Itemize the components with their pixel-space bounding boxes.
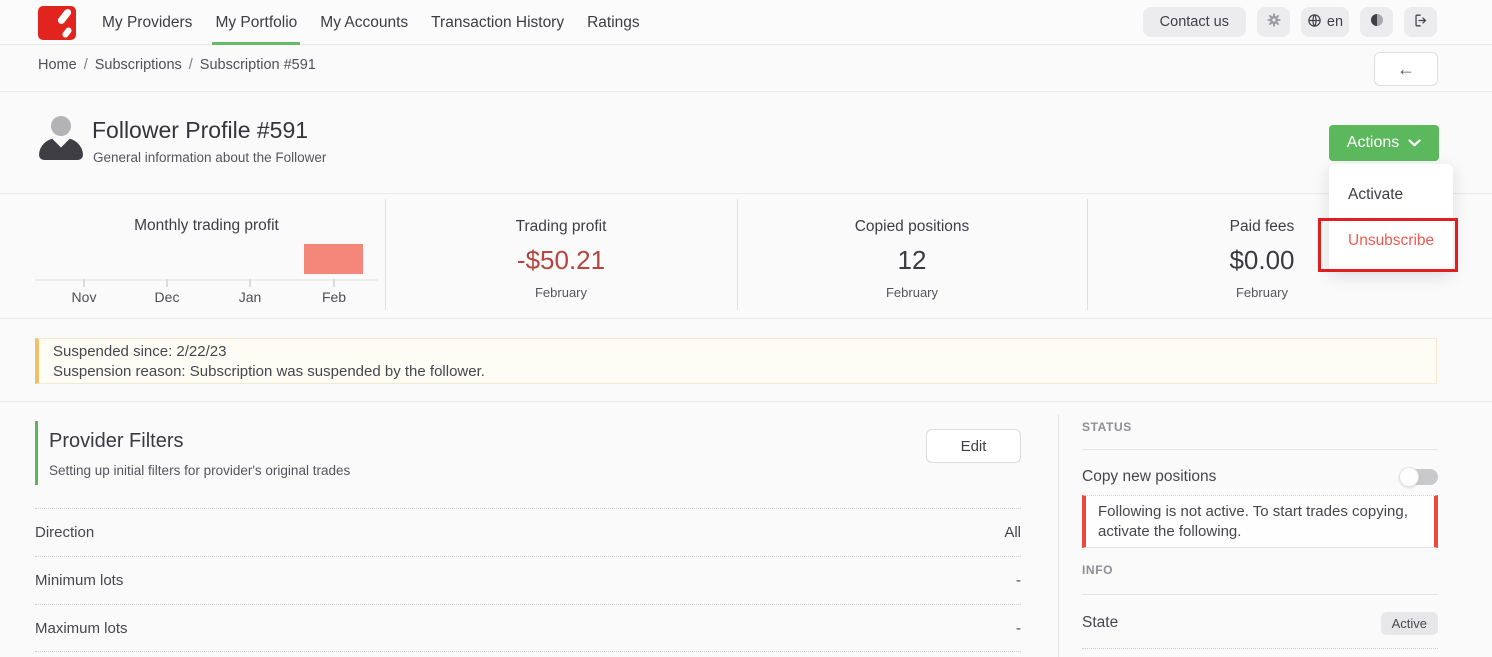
info-section-heading: INFO bbox=[1082, 563, 1113, 577]
stat-title: Trading profit bbox=[385, 218, 737, 236]
menu-item-activate[interactable]: Activate bbox=[1329, 176, 1453, 214]
actions-button[interactable]: Actions bbox=[1329, 125, 1439, 161]
nav-right-group: Contact us bbox=[1143, 7, 1437, 37]
sign-out-icon bbox=[1412, 12, 1429, 33]
chart-title: Monthly trading profit bbox=[35, 217, 378, 235]
breadcrumb: Home / Subscriptions / Subscription #591 bbox=[38, 57, 316, 73]
actions-dropdown-menu: Activate Unsubscribe bbox=[1329, 164, 1453, 272]
logout-button[interactable] bbox=[1404, 7, 1437, 37]
stats-row: Monthly trading profit Nov Dec Jan Feb T… bbox=[0, 193, 1492, 318]
provider-filters-subtitle: Setting up initial filters for provider'… bbox=[49, 463, 350, 478]
state-row-separator bbox=[1082, 648, 1438, 649]
divider-below-stats bbox=[0, 318, 1492, 319]
suspension-warning-banner: Suspended since: 2/22/23 Suspension reas… bbox=[35, 338, 1437, 384]
globe-icon bbox=[1307, 13, 1322, 32]
contrast-icon bbox=[1369, 12, 1385, 32]
chart-tick bbox=[333, 279, 335, 287]
nav-item-my-portfolio[interactable]: My Portfolio bbox=[212, 0, 300, 45]
copy-new-positions-row: Copy new positions bbox=[1082, 464, 1438, 490]
follower-avatar bbox=[38, 114, 84, 160]
chevron-down-icon bbox=[1408, 134, 1421, 152]
chart-category-dec: Dec bbox=[155, 289, 180, 305]
status-section-heading: STATUS bbox=[1082, 420, 1132, 434]
back-arrow-icon: ← bbox=[1397, 59, 1415, 80]
chart-x-axis bbox=[35, 279, 378, 281]
stat-card-copied-positions: Copied positions 12 February bbox=[737, 193, 1087, 318]
state-active-badge: Active bbox=[1381, 612, 1438, 635]
toggle-knob bbox=[1399, 467, 1419, 487]
filter-value: - bbox=[1016, 620, 1021, 637]
stat-period: February bbox=[1087, 285, 1437, 300]
language-button[interactable]: en bbox=[1301, 7, 1349, 37]
nav-item-ratings[interactable]: Ratings bbox=[584, 0, 643, 45]
edit-button[interactable]: Edit bbox=[926, 429, 1021, 463]
nav-item-transaction-history[interactable]: Transaction History bbox=[428, 0, 567, 45]
stat-title: Copied positions bbox=[737, 218, 1087, 236]
filter-label: Minimum lots bbox=[35, 572, 123, 589]
filter-row-minimum-lots: Minimum lots - bbox=[35, 556, 1021, 604]
actions-button-label: Actions bbox=[1347, 134, 1399, 152]
section-accent-bar bbox=[35, 421, 38, 485]
nav-item-my-providers[interactable]: My Providers bbox=[99, 0, 195, 45]
copy-new-positions-label: Copy new positions bbox=[1082, 468, 1216, 486]
divider-above-filters bbox=[0, 401, 1492, 402]
theme-toggle-button[interactable] bbox=[1360, 7, 1393, 37]
stat-value: 12 bbox=[737, 245, 1087, 276]
menu-item-unsubscribe[interactable]: Unsubscribe bbox=[1329, 222, 1453, 260]
settings-button[interactable] bbox=[1257, 7, 1290, 37]
filter-label: Direction bbox=[35, 524, 94, 541]
divider-below-breadcrumb bbox=[0, 91, 1492, 92]
contact-us-button[interactable]: Contact us bbox=[1143, 7, 1246, 37]
stat-period: February bbox=[737, 285, 1087, 300]
breadcrumb-current: Subscription #591 bbox=[200, 57, 316, 73]
filter-value: - bbox=[1016, 572, 1021, 589]
suspension-reason-text: Suspension reason: Subscription was susp… bbox=[53, 363, 1436, 380]
chart-bar-feb bbox=[304, 244, 363, 274]
avatar-head bbox=[51, 116, 71, 136]
page-subtitle: General information about the Follower bbox=[93, 150, 326, 165]
following-not-active-alert: Following is not active. To start trades… bbox=[1082, 495, 1438, 548]
logo-slash-large bbox=[57, 7, 73, 25]
stat-period: February bbox=[385, 285, 737, 300]
chart-category-feb: Feb bbox=[322, 289, 346, 305]
sidebar-divider bbox=[1058, 415, 1059, 657]
breadcrumb-separator: / bbox=[189, 57, 193, 73]
chart-category-jan: Jan bbox=[239, 289, 262, 305]
back-button[interactable]: ← bbox=[1374, 52, 1438, 86]
breadcrumb-separator: / bbox=[84, 57, 88, 73]
filter-label: Maximum lots bbox=[35, 620, 128, 637]
breadcrumb-subscriptions[interactable]: Subscriptions bbox=[95, 57, 182, 73]
info-heading-underline bbox=[1082, 594, 1438, 595]
provider-filters-table: Direction All Minimum lots - Maximum lot… bbox=[35, 508, 1021, 652]
state-label: State bbox=[1082, 614, 1118, 632]
chart-tick bbox=[249, 279, 251, 287]
page-title: Follower Profile #591 bbox=[92, 117, 308, 144]
language-code: en bbox=[1327, 14, 1343, 30]
filter-value: All bbox=[1004, 524, 1021, 541]
suspended-since-text: Suspended since: 2/22/23 bbox=[53, 343, 1436, 360]
filter-row-maximum-lots: Maximum lots - bbox=[35, 604, 1021, 652]
state-row: State Active bbox=[1082, 606, 1438, 640]
follower-profile-page: My Providers My Portfolio My Accounts Tr… bbox=[0, 0, 1492, 657]
chart-tick bbox=[166, 279, 168, 287]
stat-value: -$50.21 bbox=[385, 245, 737, 276]
breadcrumb-home[interactable]: Home bbox=[38, 57, 77, 73]
chart-category-nov: Nov bbox=[72, 289, 97, 305]
gear-icon bbox=[1266, 12, 1282, 32]
stat-card-trading-profit: Trading profit -$50.21 February bbox=[385, 193, 737, 318]
copy-new-positions-toggle[interactable] bbox=[1402, 469, 1438, 485]
filter-row-direction: Direction All bbox=[35, 508, 1021, 556]
top-navigation-bar: My Providers My Portfolio My Accounts Tr… bbox=[0, 0, 1492, 45]
nav-item-my-accounts[interactable]: My Accounts bbox=[317, 0, 411, 45]
logo-slash-small bbox=[61, 26, 73, 38]
status-heading-underline bbox=[1082, 449, 1438, 450]
brand-logo-icon[interactable] bbox=[38, 6, 76, 40]
nav-left-group: My Providers My Portfolio My Accounts Tr… bbox=[38, 0, 643, 45]
provider-filters-title: Provider Filters bbox=[49, 430, 183, 453]
chart-tick bbox=[83, 279, 85, 287]
